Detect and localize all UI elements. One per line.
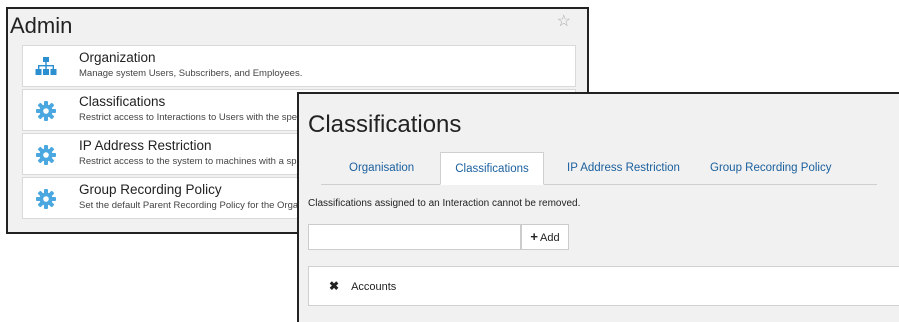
list-item: ✖ Accounts (329, 279, 396, 293)
tab-bar: Organisation Classifications IP Address … (321, 152, 877, 185)
classification-list: ✖ Accounts (308, 266, 899, 306)
admin-item-name: Classifications (79, 94, 166, 109)
admin-item-desc: Set the default Parent Recording Policy … (79, 200, 299, 211)
admin-item-organization[interactable]: Organization Manage system Users, Subscr… (22, 45, 576, 87)
classification-input[interactable] (308, 224, 521, 250)
tab-classifications[interactable]: Classifications (440, 152, 544, 185)
admin-item-desc: Restrict access to the system to machine… (79, 156, 297, 167)
info-note: Classifications assigned to an Interacti… (308, 198, 581, 209)
favorite-star-icon[interactable]: ☆ (557, 11, 571, 31)
admin-item-desc: Restrict access to Interactions to Users… (79, 112, 298, 123)
add-button-label: Add (540, 232, 560, 244)
gear-icon (36, 189, 56, 209)
classifications-panel: Classifications Organisation Classificat… (297, 92, 899, 322)
admin-item-desc: Manage system Users, Subscribers, and Em… (79, 68, 303, 79)
list-item-label: Accounts (351, 281, 397, 293)
plus-icon: + (530, 229, 538, 244)
tab-organisation[interactable]: Organisation (349, 152, 414, 184)
admin-title: Admin (10, 13, 73, 38)
admin-item-name: IP Address Restriction (79, 138, 212, 153)
tab-group-recording-policy[interactable]: Group Recording Policy (710, 152, 831, 184)
tab-ip-address-restriction[interactable]: IP Address Restriction (567, 152, 680, 184)
admin-item-name: Group Recording Policy (79, 182, 222, 197)
admin-item-name: Organization (79, 50, 156, 65)
organization-icon (35, 57, 57, 75)
page-title: Classifications (308, 111, 462, 138)
gear-icon (36, 101, 56, 121)
remove-icon[interactable]: ✖ (329, 279, 339, 293)
gear-icon (36, 145, 56, 165)
add-button[interactable]: + Add (521, 224, 569, 250)
